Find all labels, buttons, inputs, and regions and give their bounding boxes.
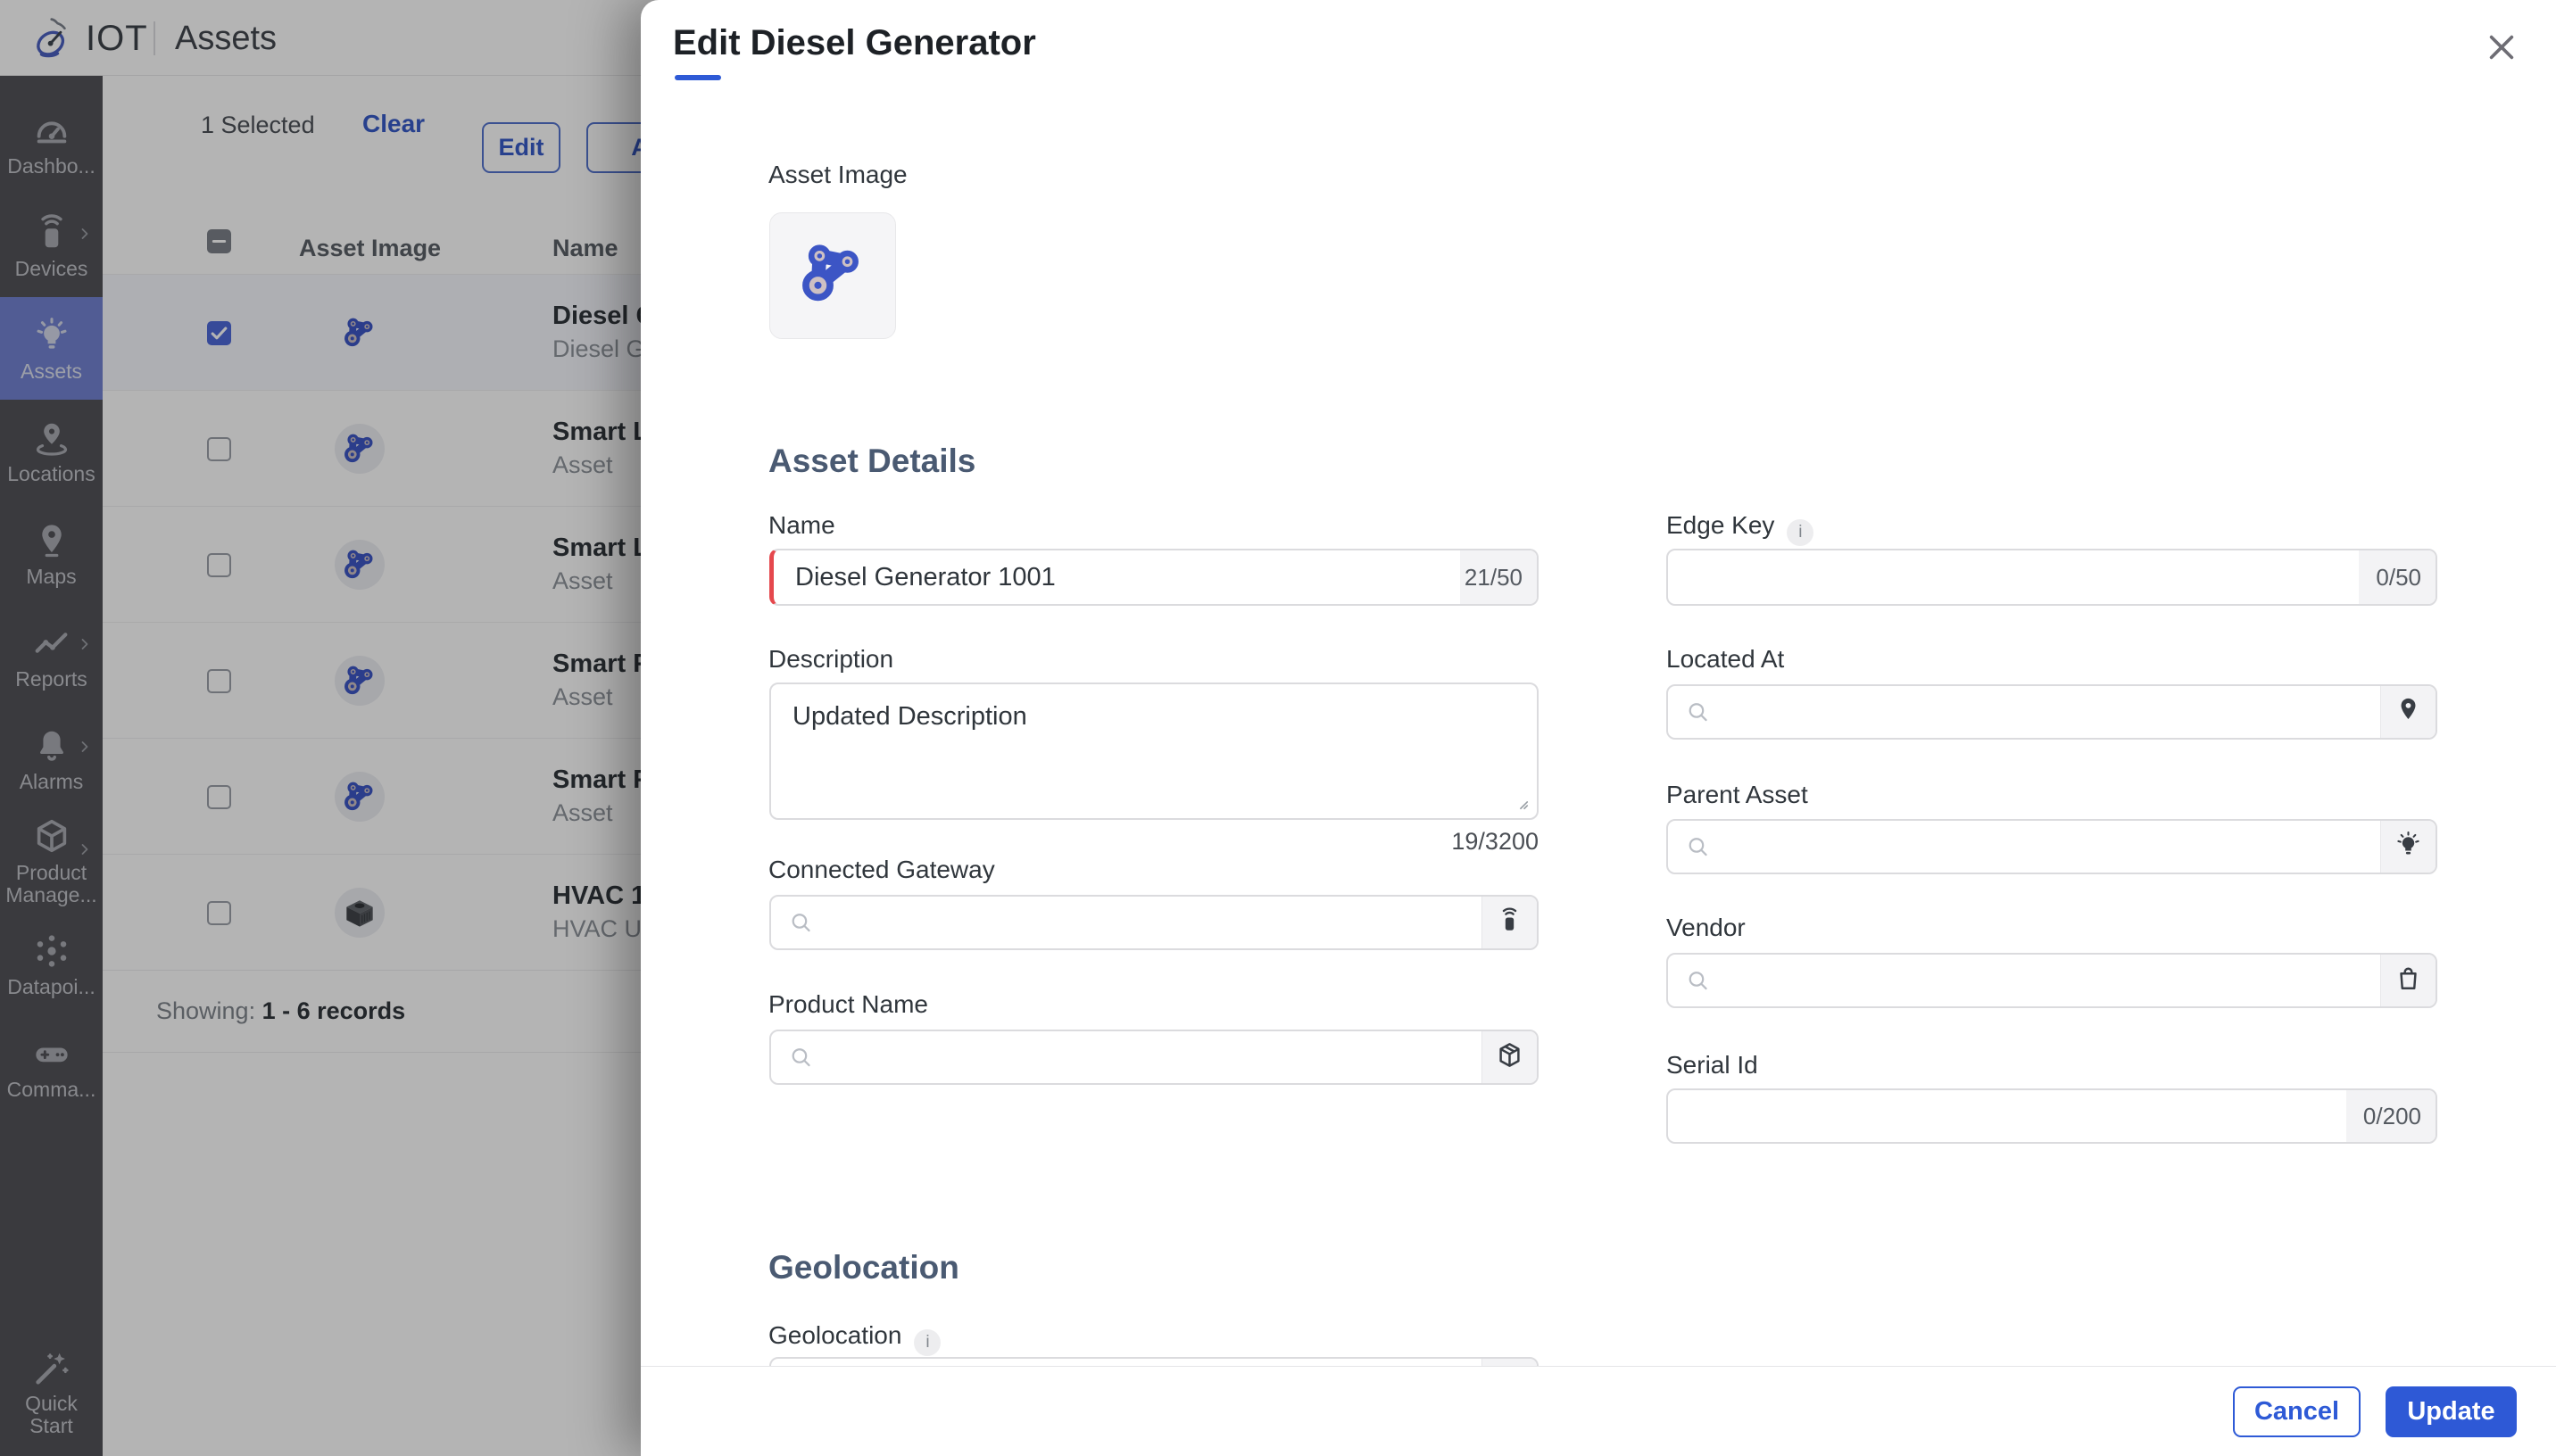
- search-icon: [1684, 699, 1712, 726]
- located-at-field[interactable]: [1666, 684, 2437, 740]
- parent-asset-field[interactable]: [1666, 819, 2437, 874]
- geolocation-heading: Geolocation: [768, 1249, 959, 1286]
- drawer-title: Edit Diesel Generator: [673, 23, 1036, 62]
- resize-grip-icon[interactable]: [1510, 791, 1530, 811]
- asset-image-tile[interactable]: [769, 212, 896, 339]
- name-label: Name: [768, 511, 835, 539]
- serial-id-field[interactable]: 0/200: [1666, 1088, 2437, 1144]
- package-icon: [1495, 1040, 1524, 1074]
- update-button[interactable]: Update: [2386, 1386, 2517, 1437]
- edge-key-char-counter: 0/50: [2359, 550, 2436, 604]
- bulb-icon: [2394, 830, 2423, 864]
- close-icon[interactable]: [2483, 29, 2520, 66]
- asset-details-heading: Asset Details: [768, 443, 976, 479]
- vendor-label: Vendor: [1666, 914, 1746, 941]
- shopping-bag-icon: [2394, 964, 2423, 997]
- connected-gateway-field[interactable]: [769, 895, 1539, 950]
- description-char-counter: 19/3200: [1451, 828, 1539, 855]
- info-icon[interactable]: i: [1787, 519, 1814, 546]
- search-icon: [787, 909, 815, 937]
- location-pin-icon: [2394, 695, 2423, 729]
- product-name-label: Product Name: [768, 990, 928, 1018]
- name-value: Diesel Generator 1001: [795, 562, 1056, 592]
- vendor-field[interactable]: [1666, 953, 2437, 1008]
- edge-key-field[interactable]: 0/50: [1666, 549, 2437, 606]
- description-field[interactable]: Updated Description: [769, 682, 1539, 820]
- serial-id-char-counter: 0/200: [2346, 1090, 2436, 1142]
- gateway-icon: [1495, 906, 1524, 939]
- gateway-picker-button[interactable]: [1481, 897, 1537, 948]
- location-picker-button[interactable]: [2380, 686, 2436, 738]
- product-picker-button[interactable]: [1481, 1031, 1537, 1083]
- asset-picker-button[interactable]: [2380, 821, 2436, 873]
- cancel-button[interactable]: Cancel: [2233, 1386, 2361, 1437]
- description-value: Updated Description: [793, 702, 1027, 731]
- drawer-footer: Cancel Update: [641, 1366, 2556, 1456]
- search-icon: [787, 1044, 815, 1071]
- title-accent-bar: [675, 75, 721, 80]
- asset-image-preview-icon: [793, 235, 872, 318]
- edge-key-label: Edge Key i: [1666, 511, 1814, 546]
- description-label: Description: [768, 645, 894, 673]
- product-name-field[interactable]: [769, 1030, 1539, 1085]
- edit-asset-drawer: Edit Diesel Generator Asset Image Asset …: [641, 0, 2556, 1456]
- search-icon: [1684, 833, 1712, 861]
- name-field[interactable]: Diesel Generator 1001 21/50: [769, 549, 1539, 606]
- asset-image-label: Asset Image: [768, 161, 908, 188]
- located-at-label: Located At: [1666, 645, 1785, 673]
- name-char-counter: 21/50: [1460, 550, 1537, 604]
- geolocation-label: Geolocation i: [768, 1321, 942, 1356]
- search-icon: [1684, 967, 1712, 995]
- serial-id-label: Serial Id: [1666, 1051, 1758, 1079]
- connected-gateway-label: Connected Gateway: [768, 856, 995, 883]
- parent-asset-label: Parent Asset: [1666, 781, 1808, 808]
- info-icon[interactable]: i: [914, 1329, 942, 1356]
- app-root: IOT Assets Dashbo... Devices Assets Locatio…: [0, 0, 2556, 1456]
- vendor-picker-button[interactable]: [2380, 955, 2436, 1006]
